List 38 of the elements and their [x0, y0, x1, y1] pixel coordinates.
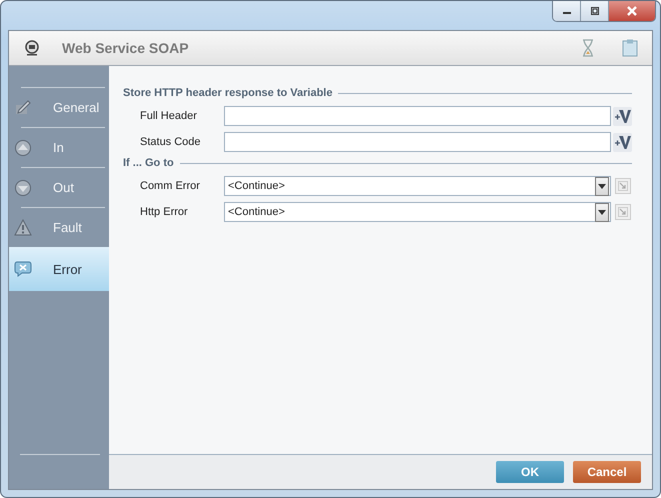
- tab-label: Out: [53, 180, 74, 195]
- tab-label: Error: [53, 262, 82, 276]
- cancel-button[interactable]: Cancel: [573, 461, 641, 483]
- minimize-button[interactable]: [553, 1, 581, 21]
- text-field[interactable]: [224, 106, 611, 126]
- sidebar-tab[interactable]: General: [9, 88, 105, 127]
- warning-icon: [14, 218, 32, 236]
- sidebar-tab[interactable]: In: [9, 128, 105, 167]
- variable-button-icon[interactable]: [613, 106, 632, 126]
- field-label: Status Code: [139, 136, 202, 148]
- network-icon: [24, 40, 40, 56]
- sidebar-tab[interactable]: Error: [9, 247, 109, 291]
- field-label: Http Error: [139, 206, 189, 218]
- go-to-icon[interactable]: [615, 178, 631, 194]
- sidebar-tab[interactable]: Fault: [9, 208, 105, 247]
- pencil-icon: [14, 98, 32, 116]
- field-label: Comm Error: [139, 180, 201, 192]
- dropdown[interactable]: <Continue>: [224, 202, 611, 222]
- tab-label: In: [53, 140, 64, 155]
- sidebar-tab[interactable]: Out: [9, 168, 105, 207]
- field-label: Full Header: [139, 110, 198, 122]
- speech-bubble-icon: [14, 260, 32, 278]
- hourglass-icon[interactable]: [582, 39, 594, 57]
- text-field[interactable]: [224, 132, 611, 152]
- dropdown[interactable]: <Continue>: [224, 176, 611, 196]
- maximize-button[interactable]: [581, 1, 609, 21]
- section-title: If ... Go to: [123, 157, 174, 169]
- go-to-icon[interactable]: [615, 204, 631, 220]
- window-title: Web Service SOAP: [62, 40, 189, 56]
- tab-label: Fault: [53, 220, 82, 235]
- ok-button[interactable]: OK: [496, 461, 564, 483]
- clipboard-icon[interactable]: [622, 39, 638, 57]
- restore-icon: [588, 6, 600, 16]
- close-button[interactable]: [609, 1, 655, 21]
- variable-button-icon[interactable]: [613, 132, 632, 152]
- close-icon: [625, 6, 639, 16]
- tab-label: General: [53, 100, 100, 115]
- section-title: Store HTTP header response to Variable: [123, 87, 332, 99]
